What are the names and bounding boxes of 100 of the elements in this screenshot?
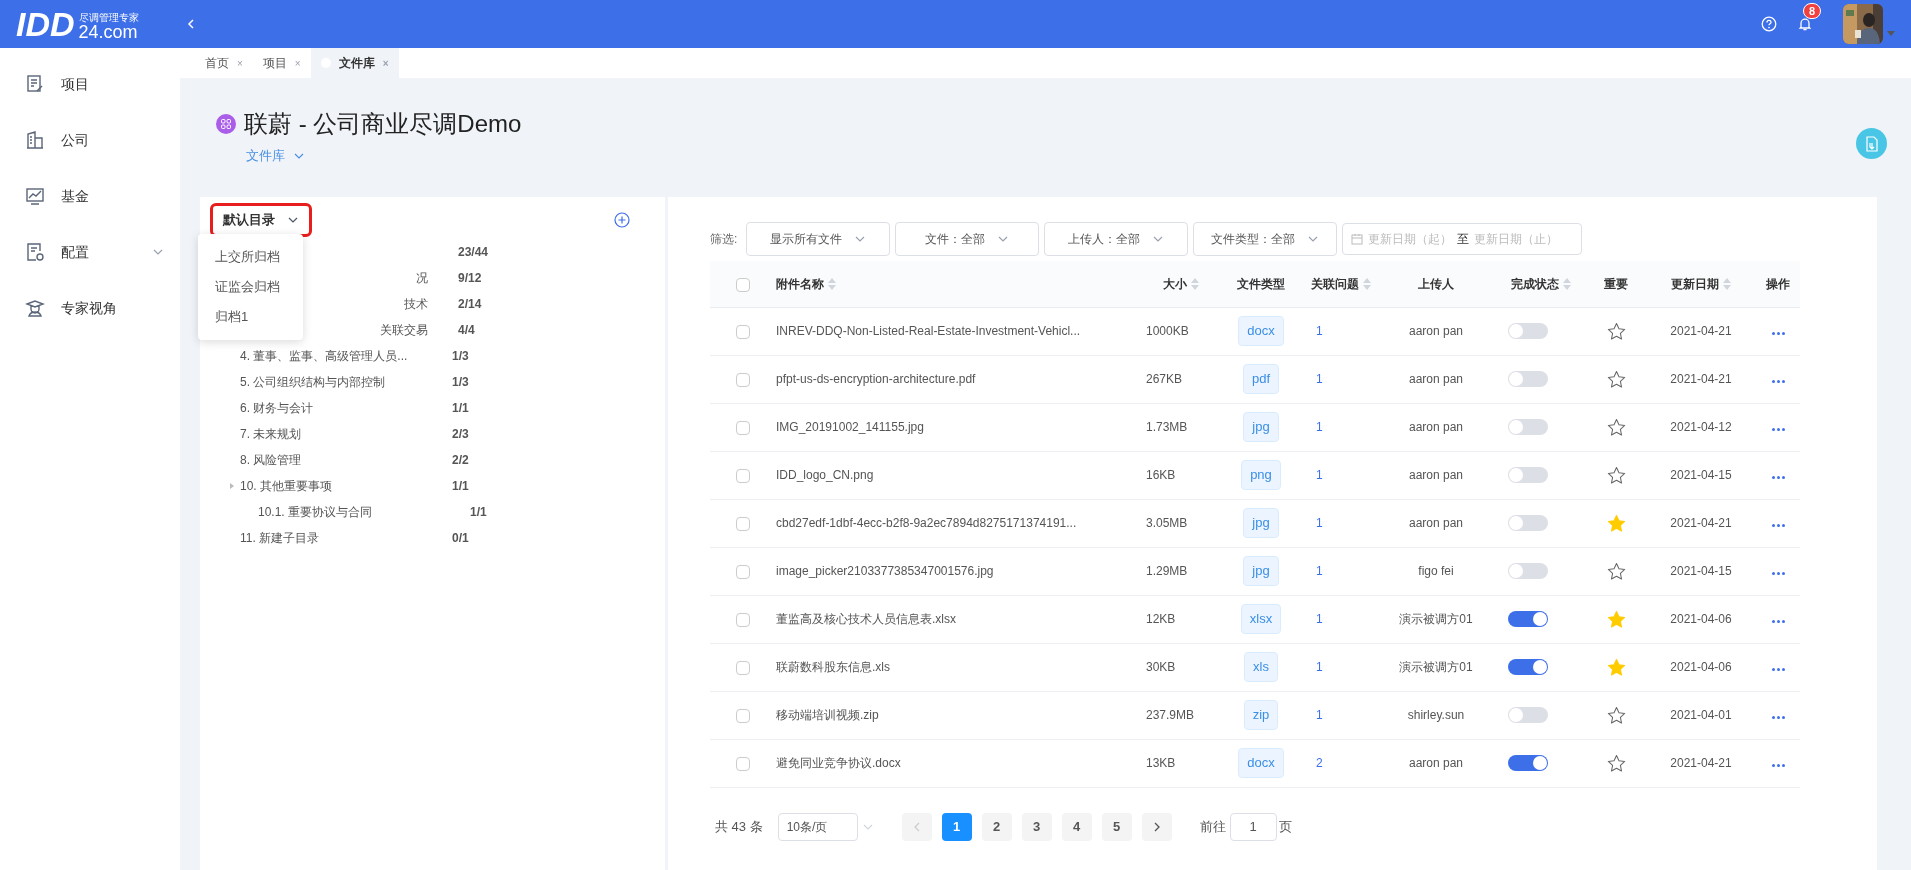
checkbox[interactable] bbox=[736, 516, 750, 531]
checkbox[interactable] bbox=[736, 708, 750, 723]
more-icon[interactable] bbox=[1771, 380, 1785, 383]
issue-count-link[interactable]: 1 bbox=[1306, 708, 1323, 722]
completion-toggle[interactable] bbox=[1508, 755, 1548, 771]
file-name[interactable]: 移动端培训视频.zip bbox=[776, 708, 879, 722]
goto-page-field[interactable]: 1 bbox=[1229, 812, 1277, 841]
sidebar-item[interactable]: 配置 bbox=[0, 224, 180, 280]
more-icon[interactable] bbox=[1771, 476, 1785, 479]
tree-item[interactable]: 技术 bbox=[404, 295, 428, 313]
star-icon[interactable] bbox=[1606, 705, 1626, 725]
filter-select[interactable]: 文件类型：全部 bbox=[1193, 222, 1338, 256]
tree-item[interactable]: 10. 其他重要事项 bbox=[240, 477, 332, 495]
menu-item[interactable]: 证监会归档 bbox=[198, 272, 303, 302]
notification-bell-icon[interactable] bbox=[1797, 16, 1813, 32]
previous-page-button[interactable] bbox=[901, 812, 932, 841]
tree-item[interactable]: 11. 新建子目录 bbox=[240, 529, 320, 547]
file-name[interactable]: 避免同业竞争协议.docx bbox=[776, 756, 901, 770]
file-name[interactable]: pfpt-us-ds-encryption-architecture.pdf bbox=[776, 372, 976, 386]
sort-icon[interactable] bbox=[1363, 277, 1371, 290]
star-icon[interactable] bbox=[1606, 753, 1626, 773]
completion-toggle[interactable] bbox=[1508, 563, 1548, 579]
menu-item[interactable]: 归档1 bbox=[198, 302, 303, 332]
completion-toggle[interactable] bbox=[1508, 707, 1548, 723]
tree-item[interactable]: 5. 公司组织结构与内部控制 bbox=[240, 373, 386, 391]
issue-count-link[interactable]: 1 bbox=[1306, 372, 1323, 386]
issue-count-link[interactable]: 1 bbox=[1306, 420, 1323, 434]
date-range-field[interactable]: 更新日期（起） 至 更新日期（止） bbox=[1342, 223, 1583, 255]
issue-count-link[interactable]: 1 bbox=[1306, 612, 1323, 626]
page-button[interactable]: 4 bbox=[1061, 812, 1092, 841]
checkbox[interactable] bbox=[736, 756, 750, 771]
file-name[interactable]: 董监高及核心技术人员信息表.xlsx bbox=[776, 612, 956, 626]
more-icon[interactable] bbox=[1771, 572, 1785, 575]
tree-item[interactable]: 况 bbox=[416, 269, 428, 287]
tab[interactable]: 文件库 × bbox=[310, 48, 399, 78]
sidebar-item[interactable]: 项目 bbox=[0, 56, 180, 112]
checkbox[interactable] bbox=[736, 420, 750, 435]
filter-select[interactable]: 显示所有文件 bbox=[746, 222, 891, 256]
star-icon[interactable] bbox=[1606, 561, 1626, 581]
issue-count-link[interactable]: 1 bbox=[1306, 468, 1323, 482]
download-file-button[interactable] bbox=[1856, 128, 1887, 159]
filter-select[interactable]: 文件：全部 bbox=[895, 222, 1040, 256]
file-name[interactable]: IMG_20191002_141155.jpg bbox=[776, 420, 924, 434]
more-icon[interactable] bbox=[1771, 716, 1785, 719]
tree-item[interactable]: 6. 财务与会计 bbox=[240, 399, 314, 417]
page-button[interactable]: 2 bbox=[981, 812, 1012, 841]
file-name[interactable]: 联蔚数科股东信息.xls bbox=[776, 660, 890, 674]
file-name[interactable]: IDD_logo_CN.png bbox=[776, 468, 874, 482]
sidebar-item[interactable]: 专家视角 bbox=[0, 280, 180, 336]
tab[interactable]: 首页 × bbox=[195, 48, 253, 78]
sidebar-item[interactable]: 基金 bbox=[0, 168, 180, 224]
checkbox[interactable] bbox=[736, 324, 750, 339]
completion-toggle[interactable] bbox=[1508, 419, 1548, 435]
tree-item[interactable]: 7. 未来规划 bbox=[240, 425, 302, 443]
star-icon[interactable] bbox=[1606, 321, 1626, 341]
add-icon[interactable] bbox=[614, 212, 630, 228]
page-size-select[interactable]: 10条/页 bbox=[777, 812, 858, 841]
checkbox[interactable] bbox=[736, 372, 750, 387]
next-page-button[interactable] bbox=[1141, 812, 1172, 841]
more-icon[interactable] bbox=[1771, 668, 1785, 671]
star-icon[interactable] bbox=[1606, 417, 1626, 437]
more-icon[interactable] bbox=[1771, 524, 1785, 527]
checkbox[interactable] bbox=[736, 468, 750, 483]
tab[interactable]: 项目 × bbox=[252, 48, 311, 78]
completion-toggle[interactable] bbox=[1508, 515, 1548, 531]
star-icon[interactable] bbox=[1606, 369, 1626, 389]
checkbox[interactable] bbox=[736, 564, 750, 579]
issue-count-link[interactable]: 2 bbox=[1306, 756, 1323, 770]
sort-icon[interactable] bbox=[1723, 277, 1731, 290]
caret-icon[interactable] bbox=[228, 482, 236, 490]
file-name[interactable]: image_picker2103377385347001576.jpg bbox=[776, 564, 994, 578]
sort-icon[interactable] bbox=[828, 277, 836, 290]
issue-count-link[interactable]: 1 bbox=[1306, 516, 1323, 530]
page-button[interactable]: 5 bbox=[1101, 812, 1132, 841]
completion-toggle[interactable] bbox=[1508, 659, 1548, 675]
checkbox[interactable] bbox=[736, 277, 750, 292]
tree-item[interactable]: 4. 董事、监事、高级管理人员... bbox=[240, 347, 408, 365]
checkbox[interactable] bbox=[736, 612, 750, 627]
more-icon[interactable] bbox=[1771, 332, 1785, 335]
sidebar-item[interactable]: 公司 bbox=[0, 112, 180, 168]
tree-item[interactable]: 10.1. 重要协议与合同 bbox=[258, 503, 373, 521]
more-icon[interactable] bbox=[1771, 428, 1785, 431]
more-icon[interactable] bbox=[1771, 620, 1785, 623]
completion-toggle[interactable] bbox=[1508, 323, 1548, 339]
caret-down-icon[interactable] bbox=[1887, 31, 1895, 37]
page-button[interactable]: 3 bbox=[1021, 812, 1052, 841]
file-name[interactable]: INREV-DDQ-Non-Listed-Real-Estate-Investment-Vehicl... bbox=[776, 324, 1081, 338]
more-icon[interactable] bbox=[1771, 764, 1785, 767]
issue-count-link[interactable]: 1 bbox=[1306, 564, 1323, 578]
issue-count-link[interactable]: 1 bbox=[1306, 660, 1323, 674]
menu-item[interactable]: 上交所归档 bbox=[198, 242, 303, 272]
directory-dropdown[interactable]: 默认目录 bbox=[223, 210, 299, 230]
tree-item[interactable]: 关联交易 bbox=[380, 321, 428, 339]
completion-toggle[interactable] bbox=[1508, 611, 1548, 627]
file-name[interactable]: cbd27edf-1dbf-4ecc-b2f8-9a2ec7894d8275171374191... bbox=[776, 516, 1077, 530]
tree-item[interactable]: 8. 风险管理 bbox=[240, 451, 302, 469]
completion-toggle[interactable] bbox=[1508, 371, 1548, 387]
filter-select[interactable]: 上传人：全部 bbox=[1044, 222, 1189, 256]
star-icon[interactable] bbox=[1606, 465, 1626, 485]
sort-icon[interactable] bbox=[1191, 277, 1199, 290]
